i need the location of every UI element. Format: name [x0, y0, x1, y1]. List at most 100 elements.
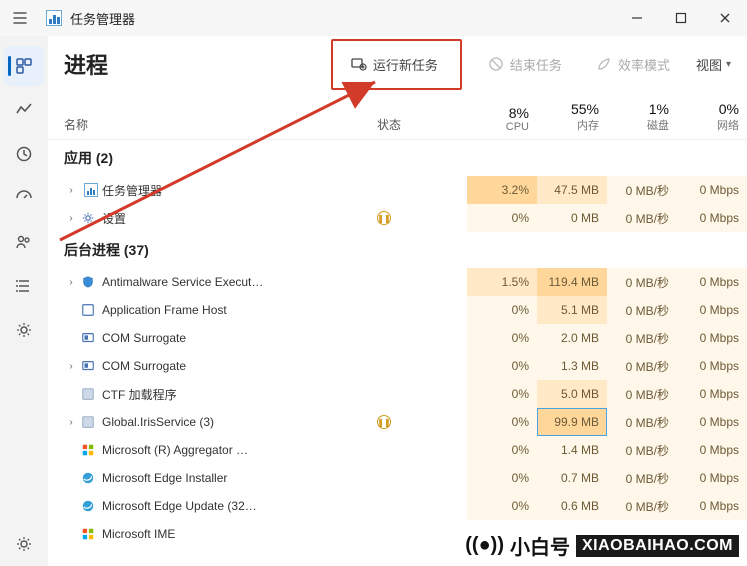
rail-processes[interactable] — [4, 46, 44, 86]
process-row[interactable]: ›Antimalware Service Execut…1.5%119.4 MB… — [48, 268, 747, 296]
process-row[interactable]: ›设置❚❚0%0 MB0 MB/秒0 Mbps — [48, 204, 747, 232]
end-task-icon — [488, 56, 504, 72]
expand-caret[interactable]: › — [64, 213, 78, 224]
process-icon — [80, 442, 96, 458]
broadcast-icon: ((●)) — [465, 534, 504, 557]
cpu-cell: 0% — [467, 380, 537, 408]
disk-cell: 0 MB/秒 — [607, 464, 677, 492]
disk-cell: 0 MB/秒 — [607, 380, 677, 408]
process-icon — [80, 182, 96, 198]
rail-startup[interactable] — [4, 178, 44, 218]
run-new-task-button[interactable]: 运行新任务 — [343, 51, 446, 78]
expand-caret[interactable]: › — [64, 185, 78, 196]
net-cell: 0 Mbps — [677, 268, 747, 296]
close-button[interactable] — [703, 0, 747, 36]
process-row[interactable]: ›Global.IrisService (3)❚❚0%99.9 MB0 MB/秒… — [48, 408, 747, 436]
efficiency-mode-button[interactable]: 效率模式 — [588, 51, 678, 78]
expand-caret[interactable]: › — [64, 361, 78, 372]
app-icon — [46, 10, 62, 26]
expand-caret[interactable]: › — [64, 417, 78, 428]
process-row[interactable]: Microsoft (R) Aggregator …0%1.4 MB0 MB/秒… — [48, 436, 747, 464]
mem-cell: 5.1 MB — [537, 296, 607, 324]
rail-history[interactable] — [4, 134, 44, 174]
process-name: 任务管理器 — [102, 182, 377, 199]
run-task-label: 运行新任务 — [373, 55, 438, 74]
col-disk[interactable]: 1% 磁盘 — [607, 101, 677, 133]
rail-users[interactable] — [4, 222, 44, 262]
maximize-button[interactable] — [659, 0, 703, 36]
cpu-cell: 0% — [467, 352, 537, 380]
disk-cell: 0 MB/秒 — [607, 408, 677, 436]
nav-rail — [0, 36, 48, 566]
mem-cell: 5.0 MB — [537, 380, 607, 408]
end-task-button[interactable]: 结束任务 — [480, 51, 570, 78]
process-icon — [80, 210, 96, 226]
process-name: Microsoft (R) Aggregator … — [102, 443, 377, 457]
net-cell: 0 Mbps — [677, 436, 747, 464]
process-icon — [80, 526, 96, 542]
net-cell: 0 Mbps — [677, 176, 747, 204]
process-icon — [80, 414, 96, 430]
group-header-apps: 应用 (2) — [48, 140, 747, 176]
process-icon — [80, 470, 96, 486]
process-name: Application Frame Host — [102, 303, 377, 317]
cpu-cell: 0% — [467, 464, 537, 492]
col-mem[interactable]: 55% 内存 — [537, 101, 607, 133]
cpu-cell: 0% — [467, 492, 537, 520]
mem-cell: 0.6 MB — [537, 492, 607, 520]
rail-details[interactable] — [4, 266, 44, 306]
view-label: 视图 — [696, 55, 722, 74]
minimize-button[interactable] — [615, 0, 659, 36]
net-cell: 0 Mbps — [677, 408, 747, 436]
mem-cell: 1.3 MB — [537, 352, 607, 380]
menu-button[interactable] — [0, 0, 40, 36]
rail-services[interactable] — [4, 310, 44, 350]
net-cell: 0 Mbps — [677, 352, 747, 380]
process-name: COM Surrogate — [102, 331, 377, 345]
col-name-label[interactable]: 名称 — [64, 116, 377, 133]
process-row[interactable]: Microsoft Edge Update (32…0%0.6 MB0 MB/秒… — [48, 492, 747, 520]
net-cell: 0 Mbps — [677, 464, 747, 492]
mem-cell: 99.9 MB — [537, 408, 607, 436]
process-row[interactable]: Microsoft Edge Installer0%0.7 MB0 MB/秒0 … — [48, 464, 747, 492]
cpu-cell: 1.5% — [467, 268, 537, 296]
process-row[interactable]: COM Surrogate0%2.0 MB0 MB/秒0 Mbps — [48, 324, 747, 352]
group-header-bg: 后台进程 (37) — [48, 232, 747, 268]
expand-caret[interactable]: › — [64, 277, 78, 288]
process-row[interactable]: CTF 加载程序0%5.0 MB0 MB/秒0 Mbps — [48, 380, 747, 408]
mem-cell: 0 MB — [537, 204, 607, 232]
net-cell: 0 Mbps — [677, 204, 747, 232]
process-row[interactable]: ›任务管理器3.2%47.5 MB0 MB/秒0 Mbps — [48, 176, 747, 204]
col-cpu[interactable]: 8% CPU — [467, 105, 537, 133]
process-row[interactable]: ›COM Surrogate0%1.3 MB0 MB/秒0 Mbps — [48, 352, 747, 380]
rail-performance[interactable] — [4, 90, 44, 130]
cpu-cell: 3.2% — [467, 176, 537, 204]
net-cell: 0 Mbps — [677, 492, 747, 520]
mem-cell: 0.7 MB — [537, 464, 607, 492]
col-status-label[interactable]: 状态 — [377, 118, 401, 132]
process-icon — [80, 274, 96, 290]
disk-cell: 0 MB/秒 — [607, 352, 677, 380]
process-row[interactable]: Application Frame Host0%5.1 MB0 MB/秒0 Mb… — [48, 296, 747, 324]
disk-cell: 0 MB/秒 — [607, 492, 677, 520]
process-name: CTF 加载程序 — [102, 386, 377, 403]
view-button[interactable]: 视图 ▾ — [696, 55, 731, 74]
process-status: ❚❚ — [377, 211, 467, 225]
rail-settings[interactable] — [4, 524, 44, 564]
disk-cell: 0 MB/秒 — [607, 436, 677, 464]
net-cell: 0 Mbps — [677, 324, 747, 352]
cpu-cell: 0% — [467, 408, 537, 436]
process-icon — [80, 358, 96, 374]
app-title: 任务管理器 — [70, 9, 135, 28]
cpu-cell: 0% — [467, 204, 537, 232]
run-task-icon — [351, 56, 367, 72]
watermark-logo: ((●)) 小白号 XIAOBAIHAO.COM — [465, 531, 739, 560]
mem-cell: 1.4 MB — [537, 436, 607, 464]
disk-cell: 0 MB/秒 — [607, 268, 677, 296]
process-status: ❚❚ — [377, 415, 467, 429]
net-cell: 0 Mbps — [677, 296, 747, 324]
process-name: 设置 — [102, 210, 377, 227]
disk-cell: 0 MB/秒 — [607, 176, 677, 204]
efficiency-label: 效率模式 — [618, 55, 670, 74]
col-net[interactable]: 0% 网络 — [677, 101, 747, 133]
